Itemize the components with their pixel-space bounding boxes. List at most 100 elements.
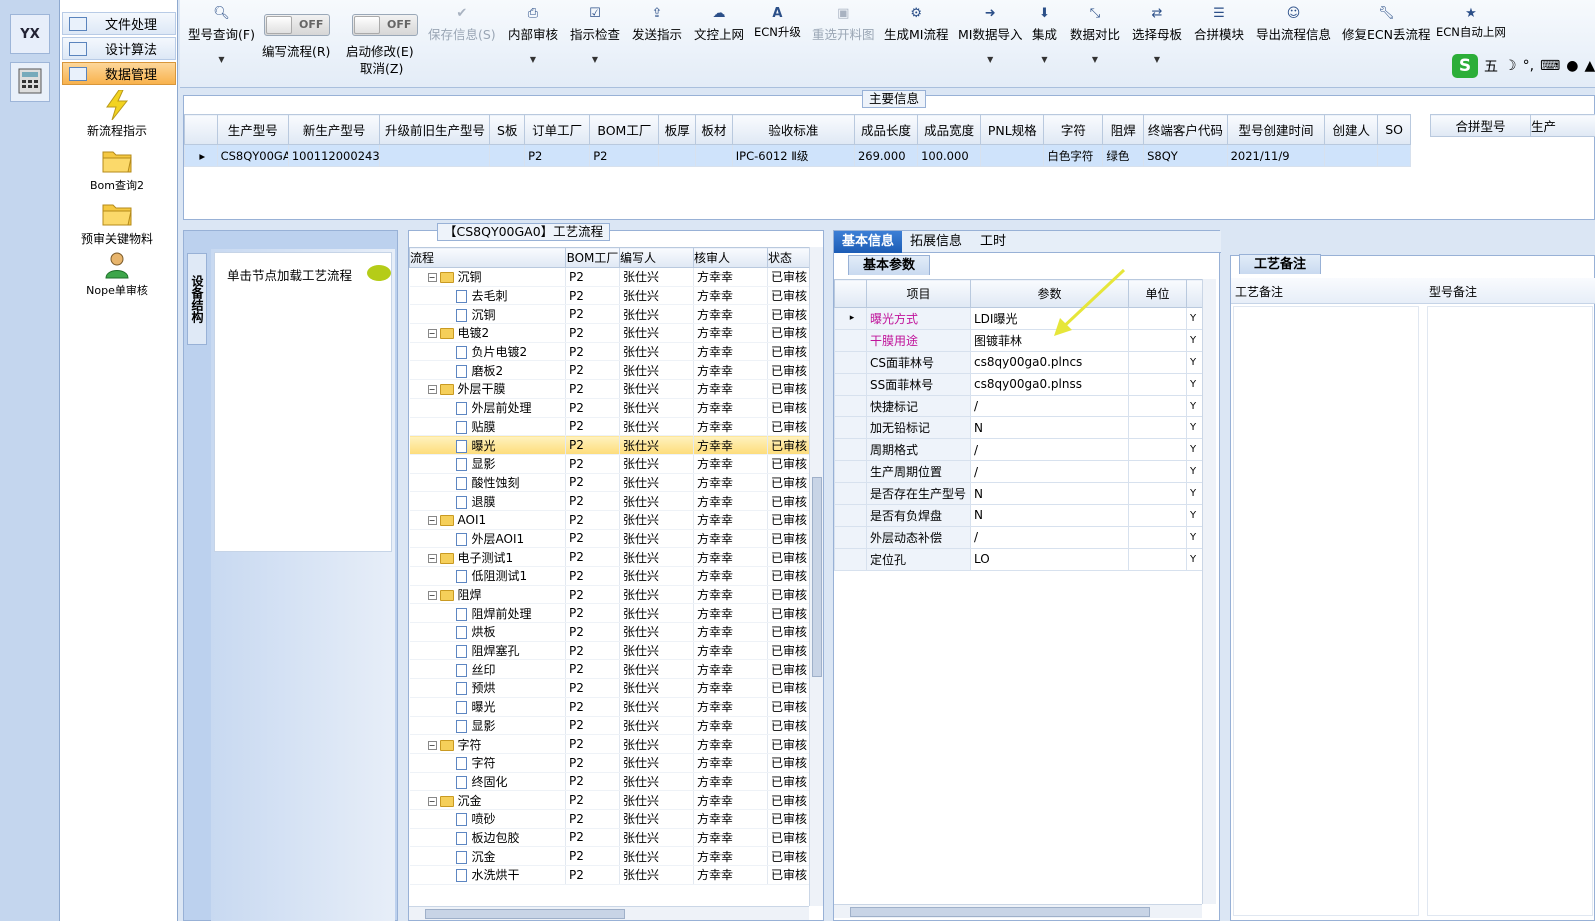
param-unit-cell[interactable] <box>1128 350 1187 374</box>
flow-reviewer-cell[interactable]: 方幸幸 <box>693 267 768 287</box>
flow-reviewer-cell[interactable]: 方幸幸 <box>693 529 768 549</box>
flow-tree-cell[interactable]: 外层AOI1 <box>409 529 566 549</box>
table-cell[interactable] <box>379 144 491 167</box>
flow-status-cell[interactable]: 已审核 <box>767 585 810 605</box>
flow-tree-cell[interactable]: 外层前处理 <box>409 398 566 418</box>
flow-factory-cell[interactable]: P2 <box>565 828 620 848</box>
flow-factory-cell[interactable]: P2 <box>565 790 620 810</box>
table-cell[interactable] <box>695 144 733 167</box>
flow-factory-cell[interactable]: P2 <box>565 398 620 418</box>
flow-factory-cell[interactable]: P2 <box>565 379 620 399</box>
flow-writer-cell[interactable]: 张仕兴 <box>619 603 694 624</box>
search-model-button[interactable]: 🔍︎ 型号查询(F) ▼ <box>188 6 255 64</box>
flow-writer-cell[interactable]: 张仕兴 <box>619 790 694 810</box>
flow-reviewer-cell[interactable]: 方幸幸 <box>693 304 768 325</box>
device-structure-tab[interactable]: 设备结构 <box>187 253 207 345</box>
flow-reviewer-cell[interactable]: 方幸幸 <box>693 379 768 399</box>
param-unit-cell[interactable] <box>1128 416 1187 440</box>
flow-row[interactable]: 烘板 P2 张仕兴 方幸幸 已审核 <box>409 622 810 642</box>
flow-status-cell[interactable]: 已审核 <box>767 734 810 754</box>
flow-tree-cell[interactable]: 阻焊前处理 <box>409 603 566 624</box>
flow-row[interactable]: 板边包胶 P2 张仕兴 方幸幸 已审核 <box>409 828 810 848</box>
model-remark-input[interactable] <box>1427 306 1593 916</box>
tab-basic-info[interactable]: 基本信息 <box>834 231 903 253</box>
flow-writer-cell[interactable]: 张仕兴 <box>619 417 694 437</box>
flow-writer-cell[interactable]: 张仕兴 <box>619 846 694 866</box>
flow-reviewer-cell[interactable]: 方幸幸 <box>693 697 768 717</box>
table-cell[interactable]: 269.000 <box>853 144 919 167</box>
param-unit-cell[interactable] <box>1128 438 1187 462</box>
flow-reviewer-cell[interactable]: 方幸幸 <box>693 753 768 773</box>
flow-tree-cell[interactable]: − 沉铜 <box>409 267 566 287</box>
mi-data-import-button[interactable]: ➜ MI数据导入 ▼ <box>958 6 1022 64</box>
flow-tree-cell[interactable]: 酸性蚀刻 <box>409 473 566 493</box>
flow-writer-cell[interactable]: 张仕兴 <box>619 641 694 661</box>
row-header[interactable] <box>834 482 867 506</box>
flow-factory-cell[interactable]: P2 <box>565 491 620 511</box>
flow-reviewer-cell[interactable]: 方幸幸 <box>693 473 768 493</box>
tab-extended-info[interactable]: 拓展信息 <box>902 231 970 253</box>
flow-writer-cell[interactable]: 张仕兴 <box>619 529 694 549</box>
internal-review-button[interactable]: ⎙ 内部审核 ▼ <box>508 6 558 64</box>
table-cell[interactable] <box>1324 144 1379 167</box>
flow-row[interactable]: 外层AOI1 P2 张仕兴 方幸幸 已审核 <box>409 529 810 549</box>
table-cell[interactable]: P2 <box>589 144 660 167</box>
flow-row[interactable]: − 阻焊 P2 张仕兴 方幸幸 已审核 <box>409 585 810 605</box>
row-header[interactable] <box>834 416 867 440</box>
flow-tree-cell[interactable]: − 沉金 <box>409 790 566 810</box>
flow-reviewer-cell[interactable]: 方幸幸 <box>693 678 768 698</box>
flow-factory-cell[interactable]: P2 <box>565 267 620 287</box>
flow-row[interactable]: 曝光 P2 张仕兴 方幸幸 已审核 <box>409 435 810 455</box>
flow-reviewer-cell[interactable]: 方幸幸 <box>693 846 768 866</box>
param-row[interactable]: SS面菲林号 cs8qy00ga0.plnss Y <box>834 372 1203 396</box>
flow-factory-cell[interactable]: P2 <box>565 510 620 530</box>
table-cell[interactable]: P2 <box>524 144 591 167</box>
flow-tree-cell[interactable]: − 电子测试1 <box>409 547 566 567</box>
flow-writer-cell[interactable]: 张仕兴 <box>619 473 694 493</box>
flow-tree-cell[interactable]: 贴膜 <box>409 417 566 437</box>
flow-writer-cell[interactable]: 张仕兴 <box>619 398 694 418</box>
table-cell[interactable]: 白色字符 <box>1043 144 1104 167</box>
flow-status-cell[interactable]: 已审核 <box>767 454 810 474</box>
flow-reviewer-cell[interactable]: 方幸幸 <box>693 622 768 642</box>
flow-writer-cell[interactable]: 张仕兴 <box>619 379 694 399</box>
flow-row[interactable]: − 沉铜 P2 张仕兴 方幸幸 已审核 <box>409 267 810 287</box>
column-header[interactable]: SO <box>1377 114 1411 145</box>
flow-factory-cell[interactable]: P2 <box>565 547 620 567</box>
flow-status-cell[interactable]: 已审核 <box>767 529 810 549</box>
flow-reviewer-cell[interactable]: 方幸幸 <box>693 865 768 885</box>
row-header[interactable] <box>834 372 867 396</box>
flow-reviewer-cell[interactable]: 方幸幸 <box>693 772 768 792</box>
collapse-toggle-icon[interactable]: − <box>427 796 437 806</box>
integrate-button[interactable]: ⬇ 集成 ▼ <box>1032 6 1057 64</box>
column-header[interactable]: 生产 <box>1530 114 1595 137</box>
flow-writer-cell[interactable]: 张仕兴 <box>619 716 694 736</box>
flow-status-cell[interactable]: 已审核 <box>767 473 810 493</box>
vertical-scrollbar[interactable] <box>1202 279 1216 904</box>
flow-row[interactable]: 水洗烘干 P2 张仕兴 方幸幸 已审核 <box>409 865 810 885</box>
flow-tree-cell[interactable]: 阻焊塞孔 <box>409 641 566 661</box>
flow-row[interactable]: − AOI1 P2 张仕兴 方幸幸 已审核 <box>409 510 810 530</box>
column-header[interactable]: 流程 <box>409 247 566 268</box>
collapse-toggle-icon[interactable]: − <box>427 273 437 283</box>
flow-reviewer-cell[interactable]: 方幸幸 <box>693 398 768 418</box>
param-row[interactable]: 生产周期位置 / Y <box>834 460 1203 484</box>
flow-row[interactable]: 低阻测试1 P2 张仕兴 方幸幸 已审核 <box>409 566 810 586</box>
flow-status-cell[interactable]: 已审核 <box>767 622 810 642</box>
flow-row[interactable]: 阻焊塞孔 P2 张仕兴 方幸幸 已审核 <box>409 641 810 661</box>
flow-status-cell[interactable]: 已审核 <box>767 697 810 717</box>
table-cell[interactable]: 绿色 <box>1102 144 1145 167</box>
param-row[interactable]: 定位孔 LO Y <box>834 547 1203 571</box>
flow-reviewer-cell[interactable]: 方幸幸 <box>693 790 768 810</box>
flow-factory-cell[interactable]: P2 <box>565 659 620 680</box>
flow-tree-cell[interactable]: 沉金 <box>409 846 566 866</box>
param-value-cell[interactable]: N <box>970 504 1129 527</box>
nav-item-data-management[interactable]: 数据管理 <box>62 62 176 85</box>
flow-factory-cell[interactable]: P2 <box>565 641 620 661</box>
flow-factory-cell[interactable]: P2 <box>565 342 620 362</box>
row-header[interactable] <box>834 328 867 352</box>
flow-factory-cell[interactable]: P2 <box>565 716 620 736</box>
export-flow-info-button[interactable]: ☺ 导出流程信息 <box>1256 6 1331 43</box>
flow-status-cell[interactable]: 已审核 <box>767 286 810 306</box>
table-cell[interactable]: 2021/11/9 <box>1226 144 1326 167</box>
